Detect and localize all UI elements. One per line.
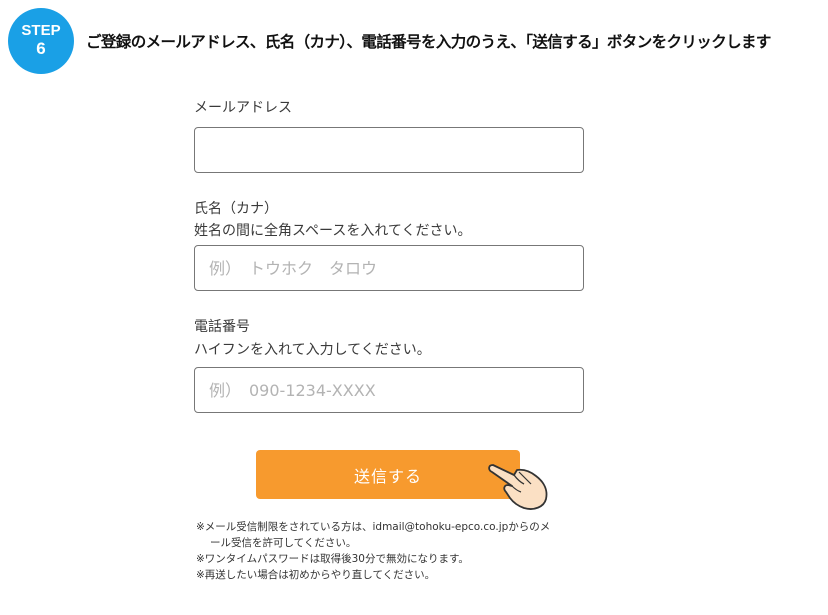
name-field-box xyxy=(194,245,584,291)
phone-help-text: ハイフンを入れて入力してください。 xyxy=(194,342,431,358)
submit-button[interactable]: 送信する xyxy=(256,450,520,499)
name-label: 氏名（カナ） xyxy=(194,201,278,217)
phone-field[interactable] xyxy=(195,368,583,412)
instruction-text: ご登録のメールアドレス、氏名（カナ）、電話番号を入力のうえ、「送信する」ボタンを… xyxy=(86,33,771,51)
hand-pointer-icon xyxy=(488,464,548,510)
phone-field-box xyxy=(194,367,584,413)
phone-label: 電話番号 xyxy=(194,319,250,335)
email-field-box xyxy=(194,127,584,173)
notes: ※メール受信制限をされている方は、idmail@tohoku-epco.co.j… xyxy=(196,519,550,583)
note-line: ※メール受信制限をされている方は、idmail@tohoku-epco.co.j… xyxy=(196,521,551,533)
note-line: ※再送したい場合は初めからやり直してください。 xyxy=(196,569,436,581)
step-number: 6 xyxy=(36,38,46,58)
name-help-text: 姓名の間に全角スペースを入れてください。 xyxy=(194,223,472,239)
note-line: ール受信を許可してください。 xyxy=(210,537,357,549)
note-line: ※ワンタイムパスワードは取得後30分で無効になります。 xyxy=(196,553,469,565)
email-field[interactable] xyxy=(195,128,583,172)
email-label: メールアドレス xyxy=(194,100,292,116)
step-badge: STEP 6 xyxy=(8,8,74,74)
name-kana-field[interactable] xyxy=(195,246,583,290)
step-word: STEP xyxy=(21,22,61,40)
